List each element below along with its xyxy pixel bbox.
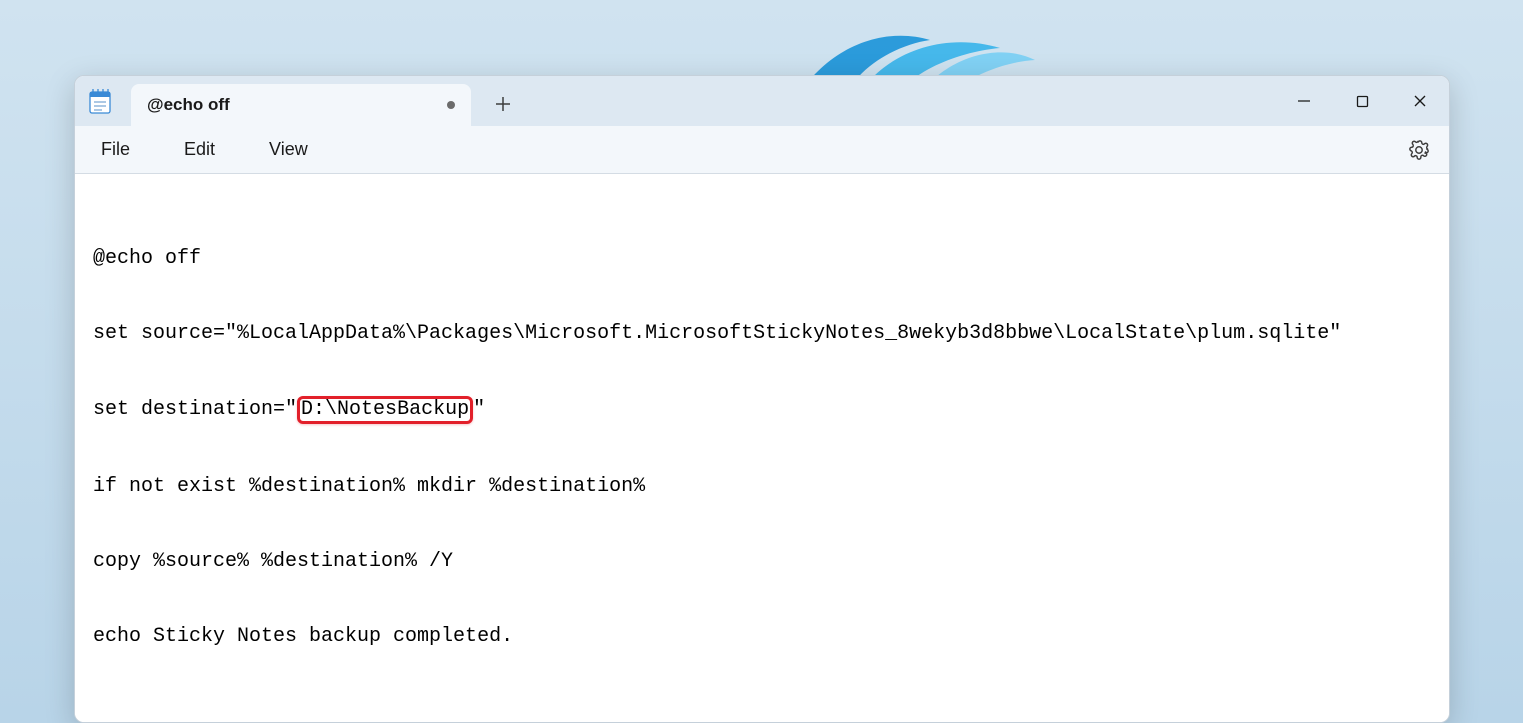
code-line-3: set destination="D:\NotesBackup" — [93, 396, 1431, 424]
code-line-2: set source="%LocalAppData%\Packages\Micr… — [93, 321, 1431, 346]
code-line-6: echo Sticky Notes backup completed. — [93, 624, 1431, 649]
menu-view[interactable]: View — [259, 133, 318, 166]
window-controls — [1275, 76, 1449, 126]
menu-edit[interactable]: Edit — [174, 133, 225, 166]
code-line-4: if not exist %destination% mkdir %destin… — [93, 474, 1431, 499]
plus-icon — [495, 96, 511, 112]
tab-title: @echo off — [147, 95, 439, 115]
code-line-1: @echo off — [93, 246, 1431, 271]
new-tab-button[interactable] — [483, 84, 523, 124]
menu-file[interactable]: File — [91, 133, 140, 166]
close-icon — [1413, 94, 1427, 108]
settings-button[interactable] — [1407, 138, 1431, 162]
gear-icon — [1408, 139, 1430, 161]
maximize-icon — [1356, 95, 1369, 108]
maximize-button[interactable] — [1333, 76, 1391, 126]
code-line-5: copy %source% %destination% /Y — [93, 549, 1431, 574]
annotation-highlight-destination-path: D:\NotesBackup — [297, 396, 473, 424]
document-tab[interactable]: @echo off — [131, 84, 471, 126]
minimize-button[interactable] — [1275, 76, 1333, 126]
code-line-3-suffix: " — [473, 398, 485, 421]
text-editor[interactable]: @echo off set source="%LocalAppData%\Pac… — [75, 174, 1449, 722]
minimize-icon — [1297, 94, 1311, 108]
notepad-window: @echo off — [74, 75, 1450, 723]
code-line-3-prefix: set destination=" — [93, 398, 297, 421]
notepad-app-icon — [89, 88, 111, 114]
unsaved-indicator-icon — [447, 101, 455, 109]
menubar: File Edit View — [75, 126, 1449, 174]
close-button[interactable] — [1391, 76, 1449, 126]
titlebar: @echo off — [75, 76, 1449, 126]
